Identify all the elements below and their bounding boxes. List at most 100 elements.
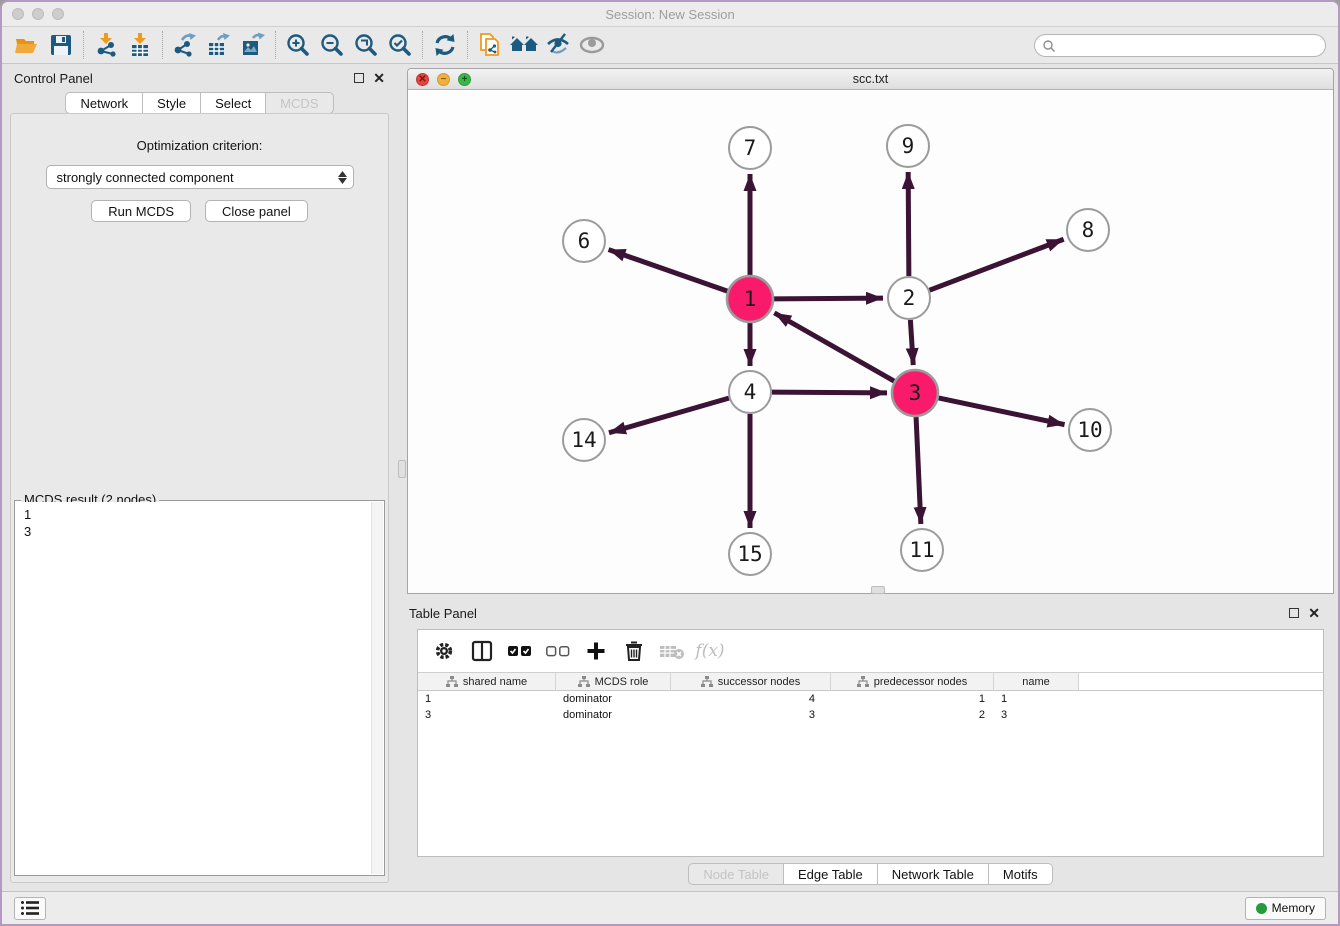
column-visibility-button[interactable] <box>468 637 496 665</box>
table-cell[interactable]: 1 <box>994 691 1079 707</box>
criterion-dropdown[interactable]: strongly connected component <box>46 165 354 189</box>
search-field[interactable] <box>1034 34 1326 57</box>
control-panel: Control Panel ✕ NetworkStyleSelectMCDS O… <box>2 64 397 891</box>
close-table-panel-icon[interactable]: ✕ <box>1308 608 1320 618</box>
table-panel-header: Table Panel ✕ <box>407 599 1334 627</box>
node-label-1: 1 <box>744 287 757 311</box>
edge-1-2[interactable] <box>774 298 883 299</box>
node-label-2: 2 <box>903 286 916 310</box>
zoom-out-button[interactable] <box>315 30 349 60</box>
export-image-button[interactable] <box>236 30 270 60</box>
edge-3-11[interactable] <box>916 417 921 524</box>
export-table-button[interactable] <box>202 30 236 60</box>
eye-icon <box>578 32 606 58</box>
deselect-all-rows-button[interactable] <box>544 637 572 665</box>
tab-network[interactable]: Network <box>65 92 143 114</box>
close-panel-button[interactable]: Close panel <box>205 200 308 222</box>
result-scrollbar[interactable] <box>371 502 383 874</box>
column-header-MCDS-role[interactable]: MCDS role <box>556 673 671 690</box>
control-panel-tabs: NetworkStyleSelectMCDS <box>2 92 397 114</box>
search-input[interactable] <box>1056 37 1325 55</box>
zoom-selected-button[interactable] <box>383 30 417 60</box>
table-header-row: shared nameMCDS rolesuccessor nodesprede… <box>418 672 1323 691</box>
hide-selected-button[interactable] <box>541 30 575 60</box>
import-table-icon <box>127 32 153 58</box>
column-header-shared-name[interactable]: shared name <box>418 673 556 690</box>
duplicate-network-button[interactable] <box>473 30 507 60</box>
first-neighbors-button[interactable] <box>507 30 541 60</box>
import-table-button[interactable] <box>123 30 157 60</box>
column-header-successor-nodes[interactable]: successor nodes <box>671 673 831 690</box>
network-canvas[interactable]: 7968124314101511 <box>408 90 1333 593</box>
task-history-button[interactable] <box>14 897 46 920</box>
delete-table-icon <box>659 642 685 660</box>
toolbar-separator <box>422 31 423 59</box>
table-tab-network-table[interactable]: Network Table <box>878 863 989 885</box>
table-row[interactable]: 1dominator411 <box>418 691 1323 707</box>
network-graph[interactable]: 7968124314101511 <box>408 90 1333 593</box>
edge-2-8[interactable] <box>930 239 1064 290</box>
export-network-button[interactable] <box>168 30 202 60</box>
node-label-11: 11 <box>909 538 934 562</box>
main-area: Control Panel ✕ NetworkStyleSelectMCDS O… <box>2 64 1338 891</box>
edge-3-1[interactable] <box>774 313 894 381</box>
table-cell[interactable]: dominator <box>556 707 671 723</box>
show-all-button[interactable] <box>575 30 609 60</box>
close-panel-icon[interactable]: ✕ <box>373 73 385 83</box>
divider-grip[interactable] <box>398 460 406 478</box>
node-label-10: 10 <box>1077 418 1102 442</box>
table-settings-button[interactable] <box>430 637 458 665</box>
delete-table-button[interactable] <box>658 637 686 665</box>
zoom-in-button[interactable] <box>281 30 315 60</box>
network-close-button[interactable]: ✕ <box>416 73 429 86</box>
table-tab-motifs[interactable]: Motifs <box>989 863 1053 885</box>
save-session-button[interactable] <box>44 30 78 60</box>
memory-button[interactable]: Memory <box>1245 897 1326 920</box>
edge-4-14[interactable] <box>609 398 729 433</box>
select-all-rows-button[interactable] <box>506 637 534 665</box>
column-header-predecessor-nodes[interactable]: predecessor nodes <box>831 673 994 690</box>
add-column-button[interactable] <box>582 637 610 665</box>
tab-style[interactable]: Style <box>143 92 201 114</box>
refresh-layout-button[interactable] <box>428 30 462 60</box>
node-table[interactable]: shared nameMCDS rolesuccessor nodesprede… <box>418 672 1323 856</box>
run-mcds-button[interactable]: Run MCDS <box>91 200 191 222</box>
network-minimize-button[interactable]: − <box>437 73 450 86</box>
table-cell[interactable]: 3 <box>994 707 1079 723</box>
edge-2-9[interactable] <box>908 172 909 276</box>
table-cell[interactable]: 1 <box>831 691 994 707</box>
delete-columns-button[interactable] <box>620 637 648 665</box>
import-network-button[interactable] <box>89 30 123 60</box>
tab-select[interactable]: Select <box>201 92 266 114</box>
table-cell[interactable]: 4 <box>671 691 831 707</box>
float-table-panel-icon[interactable] <box>1289 608 1299 618</box>
table-row[interactable]: 3dominator323 <box>418 707 1323 723</box>
edge-3-10[interactable] <box>938 398 1064 425</box>
tab-mcds[interactable]: MCDS <box>266 92 333 114</box>
zoom-fit-button[interactable] <box>349 30 383 60</box>
edge-2-3[interactable] <box>910 320 913 365</box>
function-builder-button[interactable]: f(x) <box>696 637 724 665</box>
split-pane-divider[interactable] <box>397 64 407 891</box>
zoom-selected-icon <box>387 32 413 58</box>
column-header-name[interactable]: name <box>994 673 1079 690</box>
edge-4-3[interactable] <box>772 392 887 393</box>
float-panel-icon[interactable] <box>354 73 364 83</box>
table-cell[interactable]: dominator <box>556 691 671 707</box>
table-cell[interactable]: 1 <box>418 691 556 707</box>
edge-1-6[interactable] <box>609 250 728 292</box>
node-label-6: 6 <box>578 229 591 253</box>
hierarchy-sort-icon <box>578 676 590 687</box>
table-cell[interactable]: 2 <box>831 707 994 723</box>
mcds-result-text[interactable]: 1 3 <box>16 502 371 874</box>
network-maximize-button[interactable]: + <box>458 73 471 86</box>
memory-label: Memory <box>1272 901 1315 915</box>
control-panel-title: Control Panel <box>14 71 93 86</box>
table-cell[interactable]: 3 <box>671 707 831 723</box>
horizontal-divider-grip[interactable] <box>871 586 885 594</box>
table-cell[interactable]: 3 <box>418 707 556 723</box>
open-file-button[interactable] <box>10 30 44 60</box>
deselect-all-icon <box>546 644 570 658</box>
table-tab-edge-table[interactable]: Edge Table <box>784 863 878 885</box>
table-tab-node-table[interactable]: Node Table <box>688 863 784 885</box>
